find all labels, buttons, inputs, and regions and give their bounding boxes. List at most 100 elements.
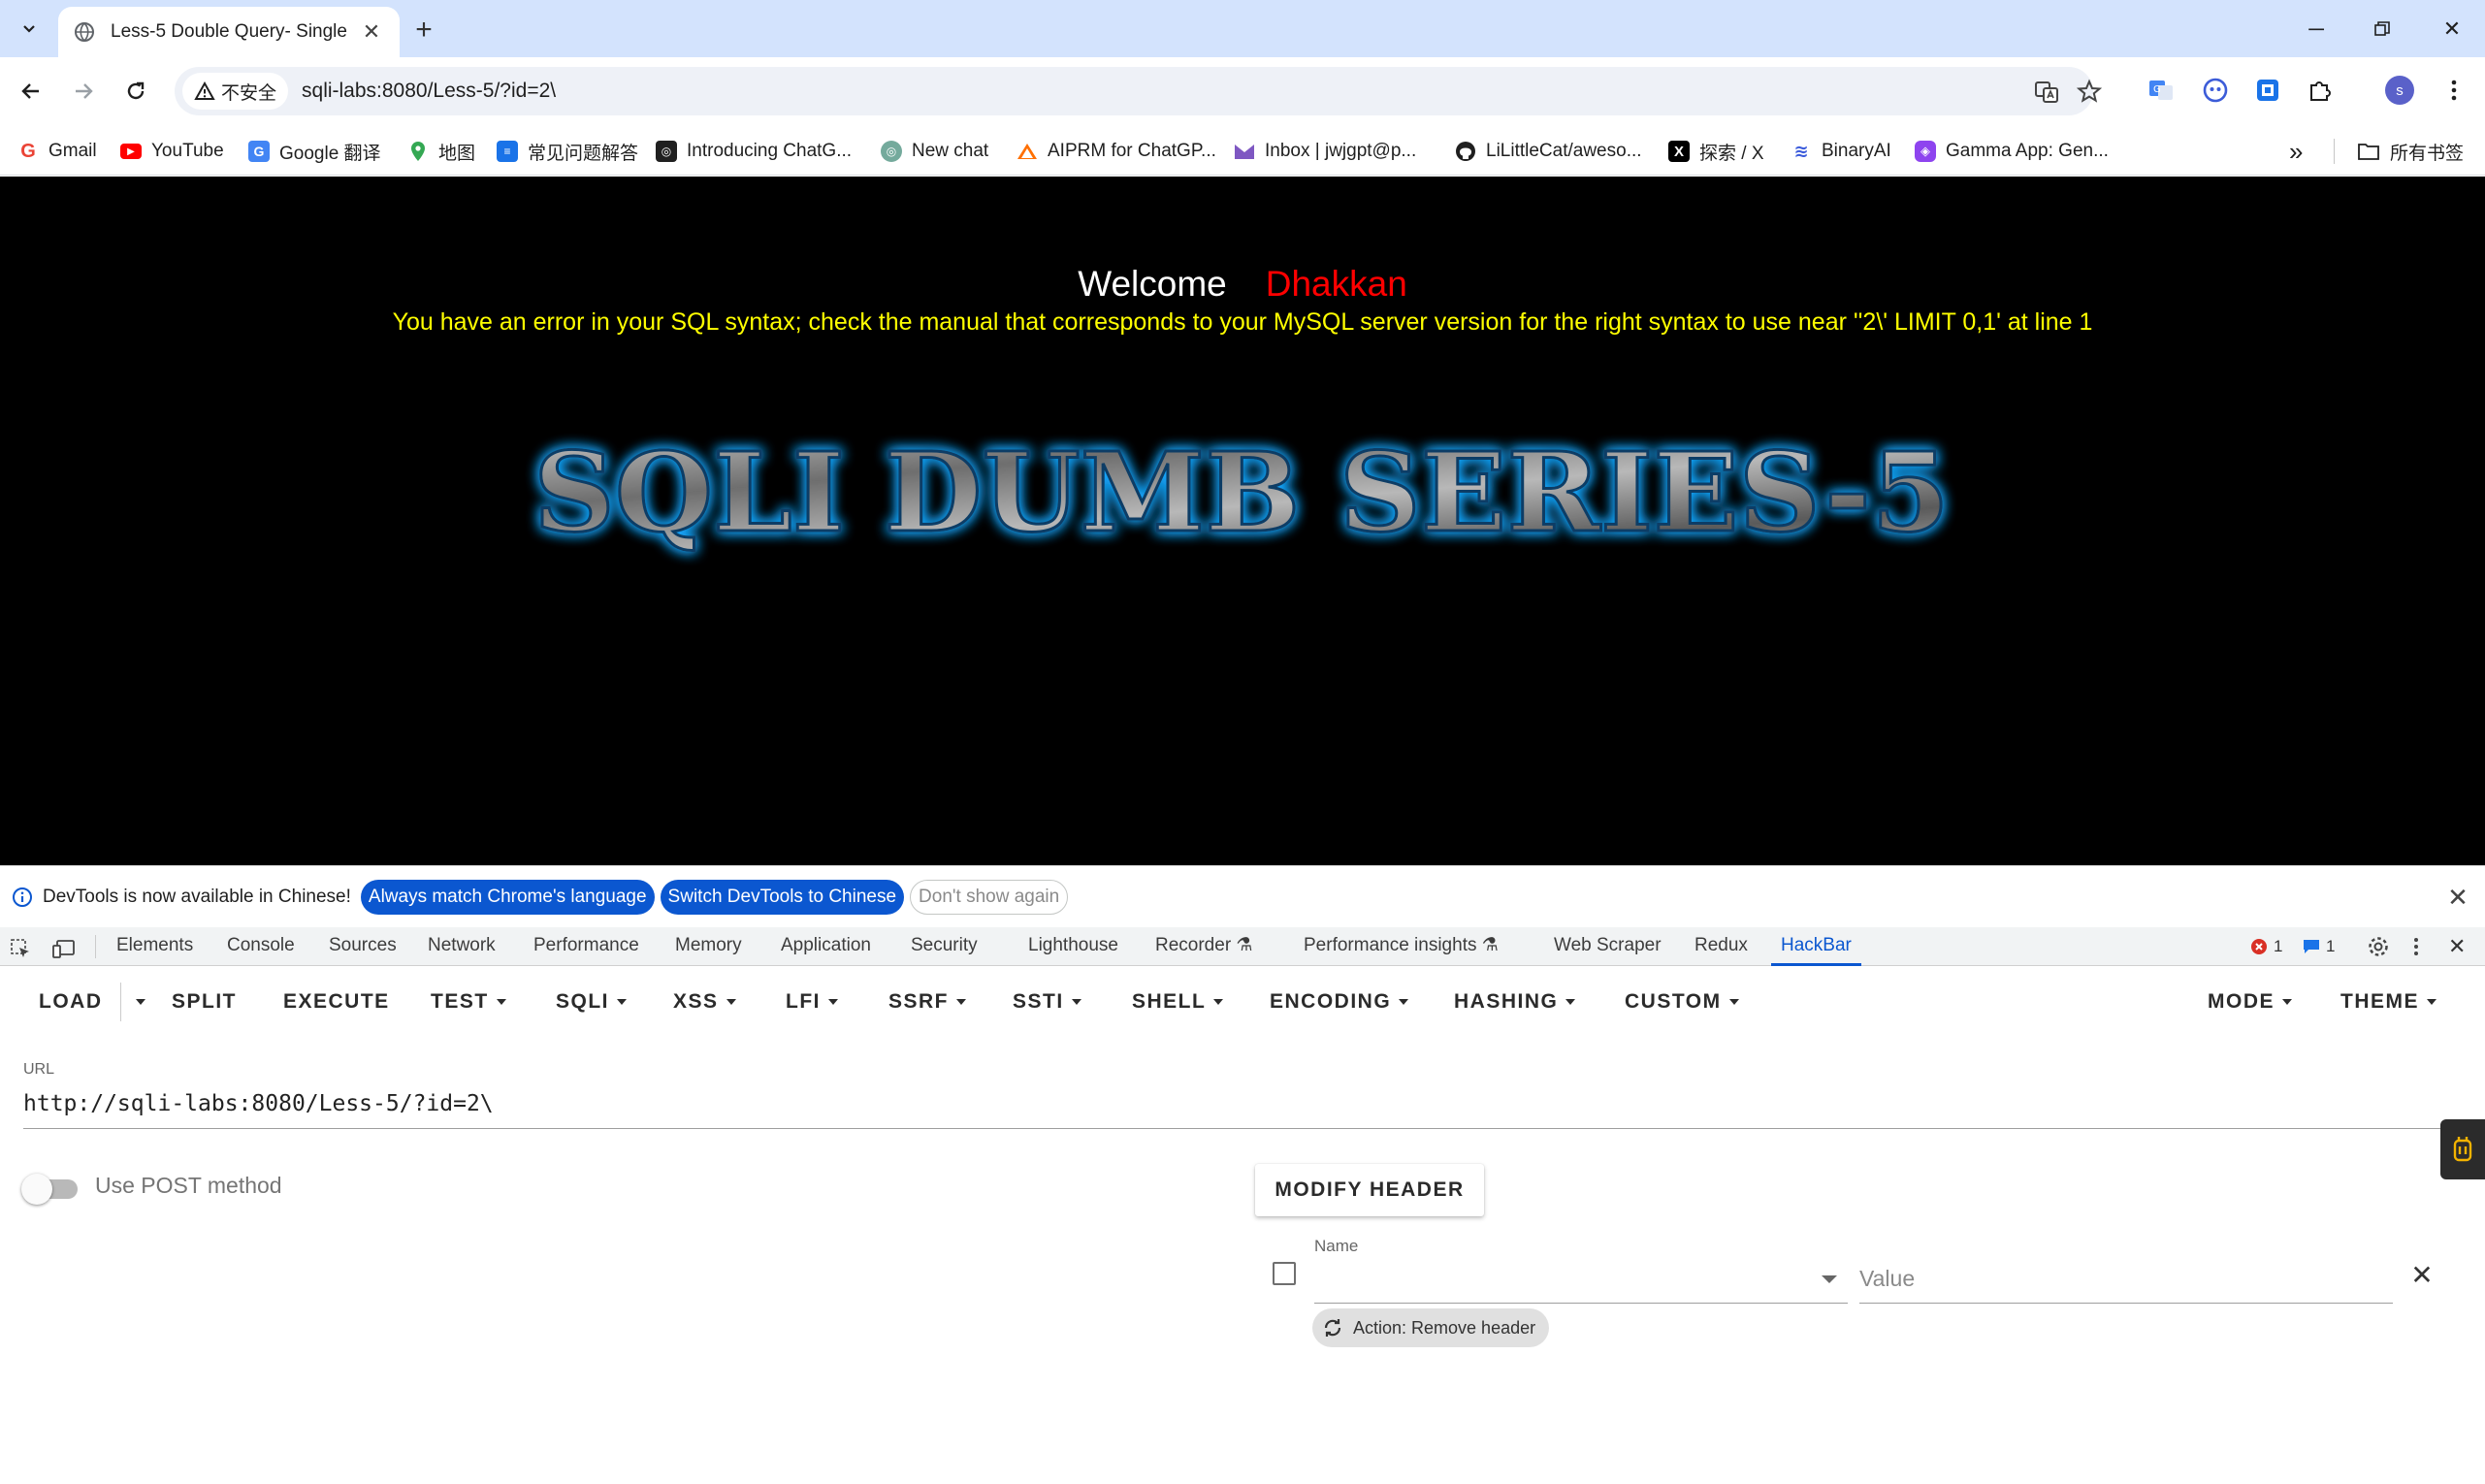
reload-button[interactable] — [116, 72, 155, 111]
lfi-menu[interactable]: LFI — [786, 986, 838, 1017]
minimize-button[interactable]: ─ — [2283, 0, 2349, 57]
address-url[interactable]: sqli-labs:8080/Less-5/?id=2\ — [302, 80, 556, 103]
bookmark-x[interactable]: X 探索 / X — [1668, 135, 1764, 168]
ssrf-menu[interactable]: SSRF — [888, 986, 967, 1017]
error-count-badge[interactable]: 1 — [2250, 933, 2282, 960]
execute-button[interactable]: EXECUTE — [283, 986, 390, 1017]
remove-header-icon[interactable]: ✕ — [2407, 1260, 2437, 1290]
tab-hackbar[interactable]: HackBar — [1771, 927, 1861, 966]
sqli-menu[interactable]: SQLI — [556, 986, 628, 1017]
custom-menu[interactable]: CUSTOM — [1625, 986, 1739, 1017]
always-match-language-button[interactable]: Always match Chrome's language — [360, 879, 655, 915]
load-dropdown-icon[interactable] — [128, 986, 145, 1017]
forward-button[interactable] — [64, 72, 103, 111]
extension-face-icon[interactable] — [2196, 71, 2235, 110]
theme-menu[interactable]: THEME — [2340, 986, 2437, 1017]
header-action-chip[interactable]: Action: Remove header — [1312, 1308, 1550, 1347]
all-bookmarks-button[interactable]: 所有书签 — [2357, 135, 2464, 168]
xss-menu[interactable]: XSS — [673, 986, 736, 1017]
message-icon — [2304, 940, 2319, 953]
browser-menu-icon[interactable] — [2435, 71, 2473, 110]
web-scraper-extension-icon[interactable] — [2248, 71, 2287, 110]
devtools-more-icon[interactable] — [2413, 933, 2419, 960]
lfi-label: LFI — [786, 990, 821, 1013]
security-chip[interactable]: 不安全 — [182, 73, 289, 110]
back-button[interactable] — [12, 72, 50, 111]
bookmark-youtube[interactable]: ▶ YouTube — [120, 135, 224, 168]
dont-show-again-button[interactable]: Don't show again — [910, 879, 1069, 915]
bookmark-faq[interactable]: ≡ 常见问题解答 — [497, 135, 638, 168]
tab-network[interactable]: Network — [428, 927, 496, 966]
split-button[interactable]: SPLIT — [172, 986, 237, 1017]
bookmark-github[interactable]: LiLittleCat/aweso... — [1455, 135, 1642, 168]
tab-lighthouse[interactable]: Lighthouse — [1028, 927, 1118, 966]
bookmark-binaryai[interactable]: ≋ BinaryAI — [1791, 135, 1890, 168]
devtools-close-icon[interactable]: ✕ — [2448, 933, 2466, 960]
modify-header-button[interactable]: MODIFY HEADER — [1255, 1164, 1484, 1216]
all-bookmarks-label: 所有书签 — [2390, 143, 2465, 164]
bookmark-star-icon[interactable] — [2074, 76, 2105, 107]
tab-elements[interactable]: Elements — [116, 927, 193, 966]
bookmark-inbox[interactable]: Inbox | jwjgpt@p... — [1234, 135, 1416, 168]
bookmark-label: Gmail — [48, 141, 97, 161]
tab-performance[interactable]: Performance — [533, 927, 639, 966]
tab-recorder[interactable]: Recorder ⚗ — [1155, 927, 1252, 966]
header-value-input[interactable]: Value — [1859, 1266, 1915, 1292]
tab-memory[interactable]: Memory — [675, 927, 742, 966]
tab-redux[interactable]: Redux — [1694, 927, 1748, 966]
bookmark-new-chat[interactable]: ◎ New chat — [881, 135, 988, 168]
message-count-badge[interactable]: 1 — [2303, 933, 2335, 960]
bookmark-introducing-chatgpt[interactable]: ◎ Introducing ChatG... — [656, 135, 852, 168]
address-bar[interactable]: 不安全 sqli-labs:8080/Less-5/?id=2\ — [175, 67, 2102, 115]
mode-menu[interactable]: MODE — [2208, 986, 2292, 1017]
tab-performance-insights[interactable]: Performance insights ⚗ — [1304, 927, 1499, 966]
device-toolbar-icon[interactable] — [52, 936, 76, 958]
bookmark-gmail[interactable]: G Gmail — [17, 135, 97, 168]
shell-label: SHELL — [1132, 990, 1207, 1013]
translate-icon[interactable] — [2031, 77, 2062, 108]
restore-button[interactable] — [2349, 0, 2415, 57]
hackbar-panel: LOAD SPLIT EXECUTE TEST SQLI XSS LFI SSR… — [0, 967, 2485, 1484]
header-name-dropdown-icon[interactable] — [1822, 1275, 1837, 1283]
infobar-close-icon[interactable]: ✕ — [2444, 883, 2471, 912]
reload-icon — [127, 81, 145, 100]
hashing-menu[interactable]: HASHING — [1454, 986, 1576, 1017]
devtools-settings-icon[interactable] — [2367, 933, 2390, 960]
header-name-input[interactable] — [1314, 1303, 1848, 1304]
test-menu[interactable]: TEST — [431, 986, 506, 1017]
inspect-element-icon[interactable] — [10, 936, 31, 957]
google-translate-extension-icon[interactable]: G — [2142, 71, 2180, 110]
bookmark-label: Inbox | jwjgpt@p... — [1265, 141, 1417, 161]
browser-tab-active[interactable]: Less-5 Double Query- Single ✕ — [58, 7, 400, 57]
ssti-menu[interactable]: SSTI — [1013, 986, 1081, 1017]
extensions-puzzle-icon[interactable] — [2301, 71, 2340, 110]
tab-search-button[interactable] — [12, 12, 47, 47]
info-icon — [13, 887, 32, 907]
side-panel-tab[interactable] — [2440, 1119, 2485, 1179]
profile-avatar[interactable]: s — [2380, 71, 2419, 110]
close-window-button[interactable]: ✕ — [2419, 0, 2485, 57]
toggle-knob — [21, 1174, 52, 1205]
load-button[interactable]: LOAD — [39, 986, 103, 1017]
encoding-menu[interactable]: ENCODING — [1270, 986, 1409, 1017]
bookmark-aiprm[interactable]: AIPRM for ChatGP... — [1017, 135, 1216, 168]
bookmark-maps[interactable]: 地图 — [407, 135, 475, 168]
tab-sources[interactable]: Sources — [329, 927, 397, 966]
bookmark-google-translate[interactable]: G Google 翻译 — [248, 135, 381, 168]
header-enable-checkbox[interactable] — [1273, 1262, 1296, 1285]
chatgpt-icon: ◎ — [656, 141, 677, 162]
url-input[interactable]: http://sqli-labs:8080/Less-5/?id=2\ — [23, 1091, 494, 1116]
post-method-toggle[interactable] — [21, 1174, 78, 1205]
bookmarks-overflow-button[interactable]: » — [2289, 135, 2303, 168]
tab-console[interactable]: Console — [227, 927, 295, 966]
tab-web-scraper[interactable]: Web Scraper — [1554, 927, 1662, 966]
bookmark-gamma[interactable]: ◈ Gamma App: Gen... — [1915, 135, 2109, 168]
bookmark-label: 常见问题解答 — [528, 143, 639, 164]
tab-close-icon[interactable]: ✕ — [359, 19, 384, 45]
arrow-left-icon — [21, 83, 39, 99]
tab-security[interactable]: Security — [911, 927, 978, 966]
switch-devtools-chinese-button[interactable]: Switch DevTools to Chinese — [660, 879, 905, 915]
tab-application[interactable]: Application — [781, 927, 871, 966]
new-tab-button[interactable]: + — [407, 14, 440, 47]
shell-menu[interactable]: SHELL — [1132, 986, 1224, 1017]
